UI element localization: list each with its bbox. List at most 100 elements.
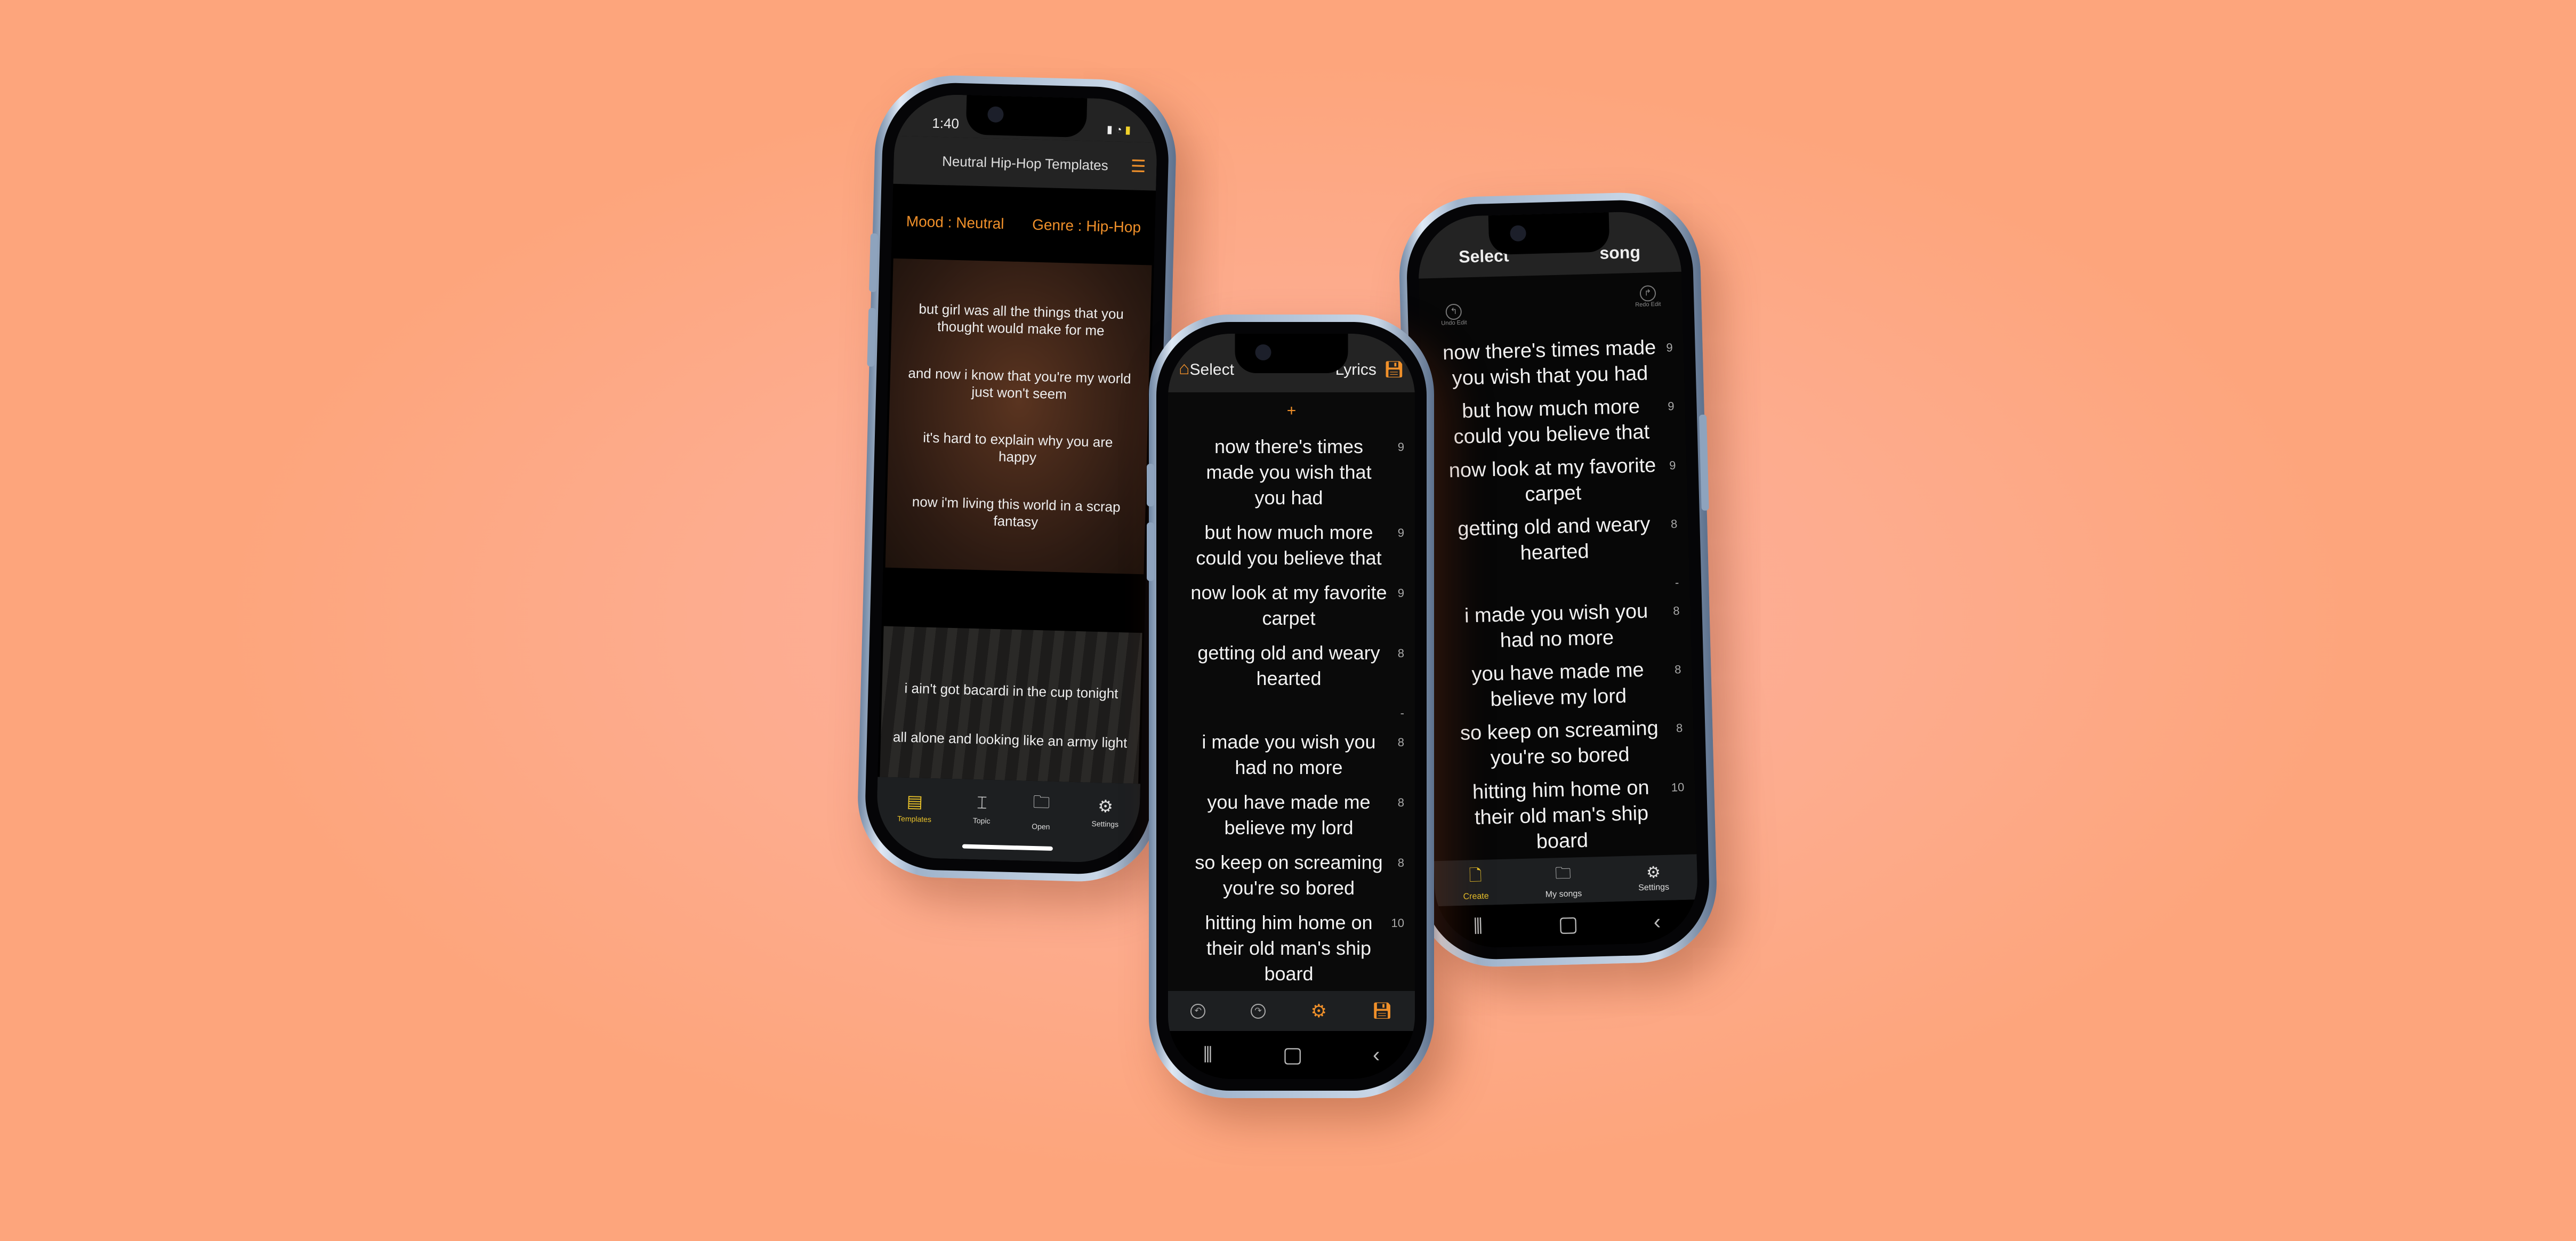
status-time: 1:40 [932, 115, 960, 132]
template-card[interactable]: but girl was all the things that you tho… [885, 258, 1152, 575]
lyrics-list: now there's times made you wish that you… [1420, 331, 1697, 861]
gear-icon: ⚙ [1097, 796, 1114, 816]
lyric-line[interactable]: but how much more could you believe that… [1168, 520, 1415, 571]
redo-button[interactable]: ↱ Redo Edit [1635, 285, 1661, 308]
template-card[interactable]: i ain't got bacardi in the cup tonight a… [880, 626, 1142, 784]
camera [1255, 344, 1271, 360]
lyrics-screen: ⌂ Select Lyrics 💾︎ + now there's times m… [1168, 334, 1415, 1079]
lyric-line[interactable]: hitting him home on their old man's ship… [1432, 773, 1697, 857]
syllable-count: - [1400, 706, 1404, 720]
status-icons: ▮ ◔ ▮ [1106, 124, 1131, 136]
camera [987, 106, 1004, 123]
volume-button [1147, 464, 1154, 506]
tab-settings[interactable]: ⚙ Settings [1638, 863, 1669, 893]
redo-icon: ↱ [1639, 285, 1656, 302]
gear-icon[interactable]: ⚙ [1310, 1001, 1326, 1022]
templates-screen: 1:40 ▮ ◔ ▮ Neutral Hip-Hop Templates ☰ M… [875, 93, 1158, 864]
template-line: all alone and looking like an army light [892, 728, 1128, 751]
undo-button[interactable]: ↰ Undo Edit [1440, 303, 1467, 327]
templates-icon: ▤ [906, 791, 923, 811]
undo-icon[interactable]: ↶ [1190, 1003, 1206, 1019]
phone-song: Select song ↰ Undo Edit ↱ Redo Edit now th… [1397, 190, 1719, 969]
folder-icon: 🗀 [1555, 864, 1572, 883]
save-icon[interactable]: 💾︎ [1384, 360, 1404, 379]
lyric-text: getting old and weary hearted [1457, 513, 1651, 565]
template-line: but girl was all the things that you tho… [919, 300, 1124, 339]
lyric-text: you have made me believe my lord [1207, 791, 1371, 839]
page-title: Neutral Hip-Hop Templates [941, 152, 1109, 173]
page-title-right: song [1599, 242, 1641, 263]
lyrics-list: now there's times made you wish that you… [1168, 430, 1415, 991]
syllable-count: 8 [1670, 517, 1678, 531]
lyric-text: but how much more could you believe that [1453, 396, 1650, 449]
phone-templates: 1:40 ▮ ◔ ▮ Neutral Hip-Hop Templates ☰ M… [856, 73, 1178, 884]
lyric-line[interactable]: now look at my favorite carpet 9 [1423, 452, 1687, 510]
lyric-line[interactable]: so keep on screaming you're so bored 8 [1430, 715, 1694, 773]
redo-icon[interactable]: ↷ [1250, 1003, 1266, 1019]
home-icon[interactable]: ▢ [1283, 1043, 1303, 1067]
syllable-count: 9 [1397, 526, 1404, 540]
lyric-line[interactable]: getting old and weary hearted 8 [1425, 511, 1689, 569]
filter-icon[interactable]: ☰ [1130, 156, 1146, 176]
recents-icon[interactable]: ⦀ [1203, 1043, 1213, 1067]
gear-icon: ⚙ [1646, 864, 1661, 882]
tab-templates[interactable]: ▤ Templates [897, 791, 932, 824]
back-icon[interactable]: ‹ [1373, 1043, 1380, 1067]
lyric-line[interactable]: so keep on screaming you're so bored 8 [1168, 850, 1415, 901]
lyric-line[interactable]: you have made me believe my lord 8 [1168, 789, 1415, 841]
lyric-text [1448, 580, 1663, 586]
lyric-text: i made you wish you had no more [1464, 600, 1648, 652]
lyric-text: so keep on screaming you're so bored [1460, 717, 1659, 770]
tab-settings[interactable]: ⚙ Settings [1091, 796, 1119, 828]
tab-topic[interactable]: ⌶ Topic [973, 793, 991, 825]
lyric-line[interactable]: now there's times made you wish that you… [1420, 334, 1684, 392]
create-file-icon: 🗋 [1469, 866, 1483, 885]
lyric-line[interactable]: now there's times made you wish that you… [1168, 434, 1415, 511]
tab-my-songs[interactable]: 🗀 My songs [1544, 861, 1582, 900]
lyric-line[interactable]: i made you wish you had no more 8 [1168, 729, 1415, 780]
lyric-text: now there's times made you wish that you… [1442, 336, 1656, 390]
lyric-line[interactable]: - [1427, 569, 1690, 597]
lyric-line[interactable]: hitting him home on their old man's ship… [1168, 910, 1415, 987]
syllable-count: 8 [1397, 646, 1404, 660]
template-line: i ain't got bacardi in the cup tonight [904, 680, 1118, 702]
syllable-count: 10 [1391, 916, 1404, 930]
volume-button [869, 233, 878, 292]
lyric-line[interactable]: getting old and weary hearted 8 [1168, 640, 1415, 691]
recents-icon[interactable]: ⦀ [1473, 914, 1483, 938]
lyric-line[interactable]: but how much more could you believe that… [1422, 393, 1686, 451]
notch [1235, 334, 1348, 373]
tab-create[interactable]: 🗋 Create [1462, 864, 1489, 902]
page-title-left: Select [1189, 361, 1234, 378]
save-icon[interactable]: 💾︎ [1372, 1002, 1392, 1020]
syllable-count: 8 [1397, 736, 1404, 750]
song-screen: Select song ↰ Undo Edit ↱ Redo Edit now th… [1417, 210, 1699, 949]
syllable-count: 8 [1397, 856, 1404, 869]
template-line: it's hard to explain why you are happy [922, 429, 1113, 466]
lyric-line[interactable]: i made you wish you had no more 8 [1427, 597, 1691, 655]
home-icon[interactable]: ⌂ [1179, 358, 1190, 379]
tab-open[interactable]: 🗀 Open [1032, 790, 1051, 831]
back-icon[interactable]: ‹ [1653, 910, 1661, 934]
lyric-text: now there's times made you wish that you… [1206, 436, 1372, 509]
mood-label[interactable]: Mood : Neutral [906, 213, 1004, 232]
syllable-count: 8 [1673, 603, 1680, 618]
camera [1510, 225, 1527, 242]
lyric-line[interactable]: you have made me believe my lord 8 [1429, 656, 1693, 714]
lyric-line[interactable]: now look at my favorite carpet 9 [1168, 580, 1415, 631]
lyric-text: hitting him home on their old man's ship… [1205, 911, 1373, 985]
add-line-button[interactable]: + [1168, 392, 1415, 430]
android-nav-bar: ⦀ ▢ ‹ [1435, 899, 1699, 949]
home-icon[interactable]: ▢ [1558, 912, 1579, 937]
syllable-count: 8 [1397, 795, 1404, 809]
lyric-text: but how much more could you believe that [1196, 521, 1382, 569]
genre-label[interactable]: Genre : Hip-Hop [1032, 216, 1141, 236]
lyric-text: now look at my favorite carpet [1448, 454, 1656, 506]
lyric-line[interactable]: - [1168, 700, 1415, 720]
undo-icon: ↰ [1445, 303, 1462, 320]
editor-toolbar: ↶ ↷ ⚙ 💾︎ [1168, 991, 1415, 1031]
lyric-text: getting old and weary hearted [1197, 641, 1380, 689]
notch [965, 95, 1088, 138]
syllable-count: - [1675, 576, 1679, 590]
lyric-text: hitting him home on their old man's ship… [1472, 776, 1650, 853]
